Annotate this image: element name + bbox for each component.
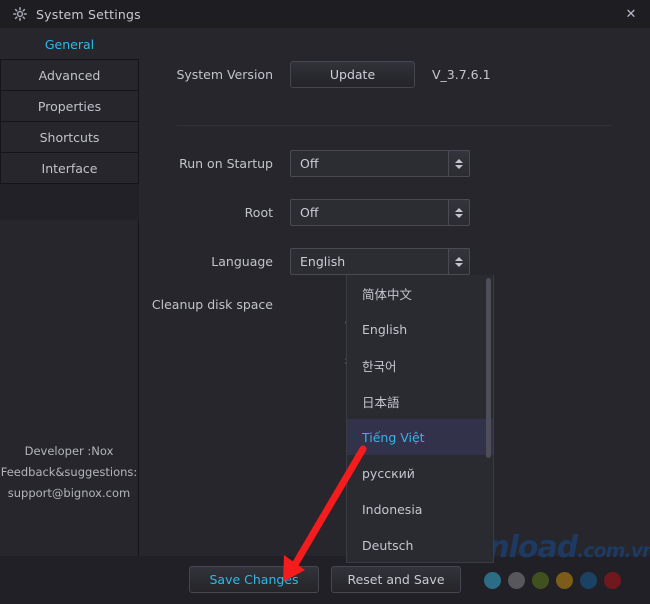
sidebar-item-label: Properties: [37, 98, 102, 114]
title-bar: System Settings ✕: [0, 0, 650, 28]
dropdown-option-vi[interactable]: Tiếng Việt: [347, 419, 493, 455]
dropdown-option-ru[interactable]: русский: [347, 455, 493, 491]
sidebar-item-shortcuts[interactable]: Shortcuts: [0, 121, 139, 153]
root-select[interactable]: Off: [290, 199, 470, 226]
system-settings-window: System Settings ✕ General Advanced Prope…: [0, 0, 650, 604]
spinner-icon[interactable]: [448, 150, 470, 177]
language-value: English: [300, 254, 346, 269]
sidebar: General Advanced Properties Shortcuts In…: [0, 28, 139, 556]
chevron-down-icon[interactable]: [448, 248, 470, 275]
dropdown-option-zh[interactable]: 简体中文: [347, 275, 493, 311]
save-changes-button[interactable]: Save Changes: [189, 566, 319, 593]
dot-amber: [556, 572, 573, 589]
dropdown-option-label: Tiếng Việt: [362, 429, 425, 445]
language-select[interactable]: English: [290, 248, 470, 275]
run-on-startup-value: Off: [300, 156, 319, 171]
sidebar-item-properties[interactable]: Properties: [0, 90, 139, 122]
support-email: support@bignox.com: [7, 486, 131, 500]
dropdown-option-ko[interactable]: 한국어: [347, 347, 493, 383]
developer-line: Developer :Nox: [24, 444, 114, 458]
system-version-label: System Version: [176, 67, 273, 82]
dot-red: [604, 572, 621, 589]
dropdown-option-ja[interactable]: 日本語: [347, 383, 493, 419]
section-divider: [177, 125, 612, 126]
cleanup-disk-space-label: Cleanup disk space: [151, 297, 273, 312]
sidebar-item-label: Shortcuts: [39, 129, 100, 145]
run-on-startup-label: Run on Startup: [179, 156, 273, 171]
row-root: Root Off: [139, 199, 470, 226]
sidebar-item-general[interactable]: General: [0, 28, 139, 60]
dot-blue: [580, 572, 597, 589]
dot-gray: [508, 572, 525, 589]
sidebar-item-label: Advanced: [38, 67, 101, 83]
sidebar-filler: [0, 220, 139, 556]
dropdown-option-id[interactable]: Indonesia: [347, 491, 493, 527]
root-label: Root: [244, 205, 273, 220]
dropdown-option-de[interactable]: Deutsch: [347, 527, 493, 562]
feedback-line: Feedback&suggestions:: [0, 465, 138, 479]
update-button[interactable]: Update: [290, 61, 415, 88]
dropdown-scrollbar[interactable]: [486, 278, 491, 458]
row-run-on-startup: Run on Startup Off: [139, 150, 470, 177]
developer-info: Developer :Nox Feedback&suggestions: sup…: [0, 441, 138, 504]
dropdown-option-label: Indonesia: [362, 501, 423, 517]
window-title: System Settings: [36, 6, 141, 22]
row-language: Language English: [139, 248, 470, 275]
dropdown-option-label: 简体中文: [362, 286, 413, 302]
dot-olive: [532, 572, 549, 589]
sidebar-item-advanced[interactable]: Advanced: [0, 59, 139, 91]
reset-and-save-button[interactable]: Reset and Save: [331, 566, 461, 593]
row-cleanup-disk-space: Cleanup disk space: [139, 297, 290, 312]
sidebar-item-label: Interface: [41, 160, 98, 176]
status-dots: [484, 572, 621, 589]
dropdown-option-en[interactable]: English: [347, 311, 493, 347]
spinner-icon[interactable]: [448, 199, 470, 226]
gear-icon: [13, 7, 27, 21]
language-dropdown-list[interactable]: 简体中文 English 한국어 日本語 Tiếng Việt русский …: [346, 275, 494, 563]
dropdown-option-label: English: [362, 321, 408, 337]
dot-teal: [484, 572, 501, 589]
dropdown-option-label: 한국어: [362, 358, 397, 374]
sidebar-item-interface[interactable]: Interface: [0, 152, 139, 184]
sidebar-item-label: General: [44, 36, 95, 52]
close-icon[interactable]: ✕: [620, 4, 642, 24]
language-label: Language: [211, 254, 273, 269]
row-system-version: System Version Update V_3.7.6.1: [139, 61, 491, 88]
version-value: V_3.7.6.1: [432, 67, 491, 82]
dropdown-option-label: 日本語: [362, 394, 400, 410]
run-on-startup-select[interactable]: Off: [290, 150, 470, 177]
dropdown-option-label: Deutsch: [362, 537, 414, 553]
root-value: Off: [300, 205, 319, 220]
dropdown-option-label: русский: [362, 465, 415, 481]
